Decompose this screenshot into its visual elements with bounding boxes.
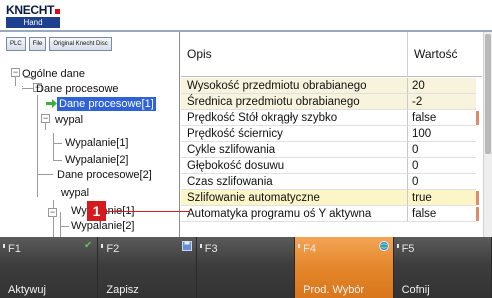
table-row[interactable]: Cykle szlifowania 0	[181, 142, 482, 158]
f1-button[interactable]: F1 ✔ Aktywuj	[0, 237, 99, 298]
checkmark-icon: ✔	[84, 240, 93, 251]
fkey-code: F4	[298, 243, 317, 255]
fkey-code: F5	[396, 243, 415, 255]
param-value[interactable]: -2	[408, 94, 476, 110]
tree-item-process-data-2[interactable]: Dane procesowe[2]	[57, 168, 152, 182]
param-name: Wysokość przedmiotu obrabianego	[181, 78, 408, 94]
function-key-bar: F1 ✔ Aktywuj F2 Zapisz F3 F4 Prod. Wybór…	[0, 237, 492, 298]
tree-item-wypalanie-1[interactable]: Wypalanie[1]	[65, 136, 129, 150]
tree-connector	[53, 160, 62, 161]
param-name: Automatyka programu oś Y aktywna	[181, 206, 408, 222]
tree-connector	[53, 143, 62, 144]
fkey-label: Aktywuj	[8, 284, 46, 296]
param-name: Prędkość ściernicy	[181, 126, 408, 142]
tree-item-process-data-1[interactable]: Dane procesowe[1]	[57, 97, 156, 111]
modified-flag	[476, 111, 479, 125]
logo-subtitle: Hand	[6, 17, 60, 28]
f2-button[interactable]: F2 Zapisz	[98, 237, 197, 298]
tree-connector	[53, 133, 54, 161]
column-header-description[interactable]: Opis	[181, 32, 408, 77]
tree-connector	[53, 200, 54, 240]
scrollbar-thumb[interactable]	[485, 34, 491, 154]
param-value[interactable]: false	[408, 110, 476, 126]
tree-item-general-data[interactable]: Ogólne dane	[22, 67, 85, 81]
f5-button[interactable]: F5 Cofnij	[393, 237, 492, 298]
fkey-label: Prod. Wybór	[303, 284, 365, 296]
column-header-value[interactable]: Wartość	[408, 32, 482, 77]
table-row[interactable]: Czas szlifowania 0	[181, 174, 482, 190]
table-row[interactable]: Prędkość ściernicy 100	[181, 126, 482, 142]
param-value[interactable]: 0	[408, 142, 476, 158]
fkey-label: Zapisz	[106, 284, 139, 296]
param-name: Prędkość Stół okrągły szybko	[181, 110, 408, 126]
table-row[interactable]: Prędkość Stół okrągły szybko false	[181, 110, 482, 126]
param-value[interactable]: true	[408, 190, 476, 206]
fkey-label: Cofnij	[401, 284, 430, 296]
tree-item-process-data[interactable]: Dane procesowe	[36, 82, 119, 96]
table-scrollbar[interactable]	[483, 32, 492, 237]
f3-button[interactable]: F3	[196, 237, 296, 298]
parameter-table: Opis Wartość Wysokość przedmiotu obrabia…	[181, 32, 492, 237]
fkey-code: F1	[3, 243, 21, 255]
table-row[interactable]: Automatyka programu oś Y aktywna false	[181, 206, 482, 222]
callout-leader-line	[106, 211, 190, 212]
table-row[interactable]: Szlifowanie automatyczne true	[181, 190, 482, 206]
app-header: KNECHT Hand	[0, 0, 492, 30]
param-name: Głębokość dosuwu	[181, 158, 408, 174]
modified-flag	[476, 191, 479, 205]
collapse-toggle[interactable]: −	[41, 114, 50, 123]
floppy-icon	[182, 241, 193, 251]
logo-wordmark: KNECHT	[6, 3, 60, 17]
param-value[interactable]: 100	[408, 126, 476, 142]
param-name: Cykle szlifowania	[181, 142, 408, 158]
tree-item-wypal[interactable]: wypal	[55, 113, 83, 127]
globe-icon	[379, 241, 390, 251]
param-name: Średnica przedmiotu obrabianego	[181, 94, 408, 110]
fkey-code: F3	[199, 243, 218, 255]
f4-button[interactable]: F4 Prod. Wybór	[295, 237, 394, 298]
collapse-toggle[interactable]: −	[11, 68, 20, 77]
param-value[interactable]: false	[408, 206, 476, 222]
tree-connector	[37, 174, 53, 175]
callout-badge: 1	[87, 201, 106, 221]
param-value[interactable]: 0	[408, 174, 476, 190]
tree-connector	[37, 95, 38, 197]
logo-red-dot	[55, 9, 60, 14]
tree-item-wypal-2[interactable]: wypal	[61, 186, 89, 200]
fkey-code: F2	[101, 243, 120, 255]
tree-item-wypalanie-2b[interactable]: Wypalanie[2]	[71, 219, 135, 233]
current-node-arrow-icon	[46, 99, 57, 108]
param-value[interactable]: 20	[408, 78, 476, 94]
table-row[interactable]: Średnica przedmiotu obrabianego -2	[181, 94, 482, 110]
knecht-logo: KNECHT Hand	[6, 3, 60, 28]
collapse-toggle[interactable]: −	[48, 208, 57, 217]
table-row[interactable]: Głębokość dosuwu 0	[181, 158, 482, 174]
table-row[interactable]: Wysokość przedmiotu obrabianego 20	[181, 78, 482, 94]
param-name: Czas szlifowania	[181, 174, 408, 190]
tree-connector	[60, 226, 69, 227]
modified-flag	[476, 207, 479, 221]
param-value[interactable]: 0	[408, 158, 476, 174]
param-name: Szlifowanie automatyczne	[181, 190, 408, 206]
tree-connector	[22, 86, 23, 87]
tree-item-wypalanie-2[interactable]: Wypalanie[2]	[65, 153, 129, 167]
